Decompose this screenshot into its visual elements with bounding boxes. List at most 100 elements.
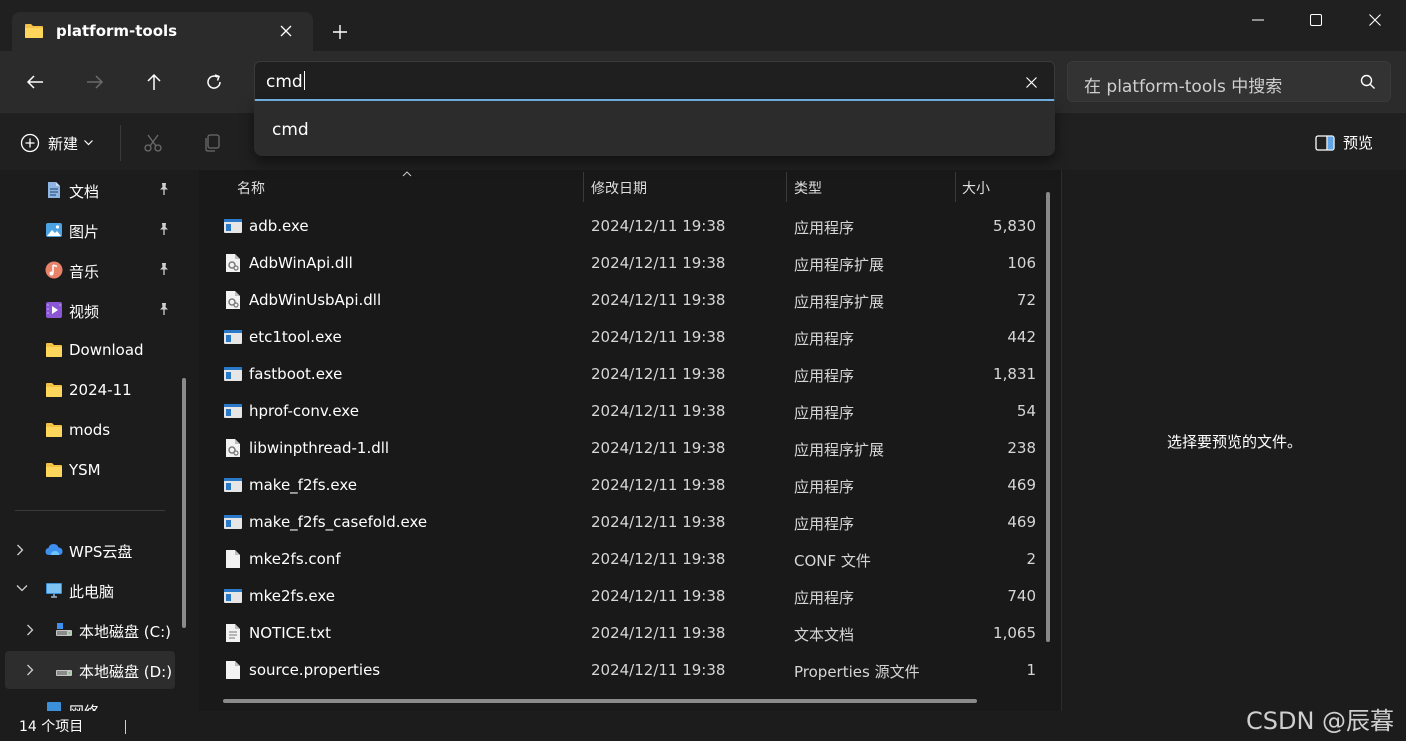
file-name: make_f2fs_casefold.exe bbox=[249, 513, 428, 531]
file-row[interactable]: mke2fs.exe 2024/12/11 19:38 应用程序 740 bbox=[199, 577, 1044, 614]
close-icon bbox=[1369, 14, 1381, 26]
chevron-right-icon[interactable] bbox=[26, 624, 34, 636]
file-row[interactable]: hprof-conv.exe 2024/12/11 19:38 应用程序 54 bbox=[199, 392, 1044, 429]
file-name: AdbWinApi.dll bbox=[249, 254, 353, 272]
file-row[interactable]: mke2fs.conf 2024/12/11 19:38 CONF 文件 2 bbox=[199, 540, 1044, 577]
chevron-right-icon[interactable] bbox=[26, 664, 34, 676]
file-row[interactable]: etc1tool.exe 2024/12/11 19:38 应用程序 442 bbox=[199, 318, 1044, 355]
file-name: source.properties bbox=[249, 661, 381, 679]
file-list-horizontal-scrollbar[interactable] bbox=[223, 699, 977, 703]
file-type: 应用程序 bbox=[794, 478, 855, 496]
application-icon bbox=[223, 475, 243, 495]
tab-platform-tools[interactable]: platform-tools bbox=[12, 12, 313, 51]
search-input[interactable]: 在 platform-tools 中搜索 bbox=[1067, 61, 1391, 102]
sidebar-item-pictures[interactable]: 图片 bbox=[0, 211, 182, 249]
file-name: mke2fs.exe bbox=[249, 587, 336, 605]
tab-title: platform-tools bbox=[56, 22, 178, 40]
file-type: 应用程序 bbox=[794, 589, 855, 607]
sidebar-item-this-pc[interactable]: 此电脑 bbox=[0, 571, 182, 609]
file-list-vertical-scrollbar[interactable] bbox=[1046, 192, 1050, 642]
sidebar-item-2024-11[interactable]: 2024-11 bbox=[0, 371, 182, 409]
sidebar-scrollbar[interactable] bbox=[182, 378, 186, 628]
column-separator[interactable] bbox=[583, 172, 584, 202]
copy-button[interactable] bbox=[200, 131, 224, 155]
file-size: 1,065 bbox=[993, 624, 1036, 642]
search-icon bbox=[1360, 74, 1375, 89]
file-type: 应用程序 bbox=[794, 404, 855, 422]
network-icon bbox=[47, 702, 61, 711]
preview-label: 预览 bbox=[1343, 134, 1374, 152]
sidebar-item-wps-cloud[interactable]: WPS云盘 bbox=[0, 531, 182, 569]
file-icon bbox=[223, 549, 243, 569]
refresh-button[interactable] bbox=[197, 65, 231, 99]
column-header-modified[interactable]: 修改日期 bbox=[591, 178, 647, 210]
sidebar-item-mods[interactable]: mods bbox=[0, 411, 182, 449]
sidebar-item-drive-d[interactable]: 本地磁盘 (D:) bbox=[5, 651, 175, 689]
address-input[interactable]: cmd bbox=[254, 61, 1055, 101]
file-list: 名称 修改日期 类型 大小 adb.exe 2024/12/11 19:38 应用程… bbox=[199, 170, 1061, 711]
back-button[interactable] bbox=[18, 65, 52, 99]
file-modified: 2024/12/11 19:38 bbox=[591, 587, 726, 605]
maximize-button[interactable] bbox=[1287, 0, 1345, 40]
sidebar-divider bbox=[15, 510, 165, 511]
sidebar-item-ysm[interactable]: YSM bbox=[0, 451, 182, 489]
file-name: NOTICE.txt bbox=[249, 624, 331, 642]
file-row[interactable]: libwinpthread-1.dll 2024/12/11 19:38 应用程序扩… bbox=[199, 429, 1044, 466]
file-name: mke2fs.conf bbox=[249, 550, 341, 568]
file-type: 应用程序 bbox=[794, 515, 855, 533]
new-tab-button[interactable] bbox=[326, 18, 354, 46]
file-size: 72 bbox=[1016, 291, 1036, 309]
refresh-icon bbox=[207, 74, 221, 89]
file-modified: 2024/12/11 19:38 bbox=[591, 365, 726, 383]
sidebar-item-drive-c[interactable]: 本地磁盘 (C:) bbox=[10, 611, 192, 649]
column-header-type[interactable]: 类型 bbox=[794, 178, 822, 210]
column-separator[interactable] bbox=[955, 172, 956, 202]
sidebar-item-music[interactable]: 音乐 bbox=[0, 251, 182, 289]
item-count: 14 个项目 bbox=[19, 719, 84, 735]
close-tab-button[interactable] bbox=[274, 19, 298, 43]
file-modified: 2024/12/11 19:38 bbox=[591, 661, 726, 679]
file-row[interactable]: adb.exe 2024/12/11 19:38 应用程序 5,830 bbox=[199, 207, 1044, 244]
address-text: cmd bbox=[266, 71, 305, 92]
forward-button[interactable] bbox=[78, 65, 112, 99]
file-row[interactable]: make_f2fs_casefold.exe 2024/12/11 19:38 应用… bbox=[199, 503, 1044, 540]
arrow-left-icon bbox=[26, 75, 43, 89]
column-separator[interactable] bbox=[786, 172, 787, 202]
column-header-size[interactable]: 大小 bbox=[962, 178, 990, 210]
preview-toggle-button[interactable]: 预览 bbox=[1315, 132, 1373, 153]
close-window-button[interactable] bbox=[1346, 0, 1404, 40]
dll-file-icon bbox=[223, 253, 243, 273]
music-icon bbox=[45, 261, 63, 279]
chevron-down-icon[interactable] bbox=[16, 584, 28, 592]
file-row[interactable]: NOTICE.txt 2024/12/11 19:38 文本文档 1,065 bbox=[199, 614, 1044, 651]
file-row[interactable]: AdbWinApi.dll 2024/12/11 19:38 应用程序扩展 106 bbox=[199, 244, 1044, 281]
file-row[interactable]: AdbWinUsbApi.dll 2024/12/11 19:38 应用程序扩展 72 bbox=[199, 281, 1044, 318]
cut-button[interactable] bbox=[141, 131, 165, 155]
column-header-name[interactable]: 名称 bbox=[237, 178, 265, 210]
minimize-icon bbox=[1252, 19, 1264, 21]
sidebar-item-download[interactable]: Download bbox=[0, 331, 182, 369]
chevron-right-icon[interactable] bbox=[16, 544, 24, 556]
minimize-button[interactable] bbox=[1229, 0, 1287, 40]
folder-icon bbox=[46, 423, 62, 437]
sidebar-item-documents[interactable]: 文档 bbox=[0, 171, 182, 209]
file-name: etc1tool.exe bbox=[249, 328, 342, 346]
address-suggestion-item[interactable]: cmd bbox=[272, 120, 309, 140]
file-row[interactable]: source.properties 2024/12/11 19:38 Propert… bbox=[199, 651, 1044, 688]
file-row[interactable]: fastboot.exe 2024/12/11 19:38 应用程序 1,831 bbox=[199, 355, 1044, 392]
file-name: hprof-conv.exe bbox=[249, 402, 359, 420]
video-icon bbox=[46, 302, 62, 318]
clear-address-button[interactable] bbox=[1021, 72, 1041, 92]
file-type: Properties 源文件 bbox=[794, 663, 920, 681]
file-name: libwinpthread-1.dll bbox=[249, 439, 390, 457]
folder-icon bbox=[25, 24, 43, 38]
file-name: fastboot.exe bbox=[249, 365, 343, 383]
scissors-icon bbox=[144, 134, 162, 152]
sidebar-item-network[interactable]: 网络 bbox=[0, 691, 182, 711]
command-separator bbox=[120, 125, 121, 161]
sidebar-item-videos[interactable]: 视频 bbox=[0, 291, 182, 329]
up-button[interactable] bbox=[137, 65, 171, 99]
application-icon bbox=[223, 512, 243, 532]
file-row[interactable]: make_f2fs.exe 2024/12/11 19:38 应用程序 469 bbox=[199, 466, 1044, 503]
new-button[interactable]: 新建 bbox=[20, 130, 93, 156]
